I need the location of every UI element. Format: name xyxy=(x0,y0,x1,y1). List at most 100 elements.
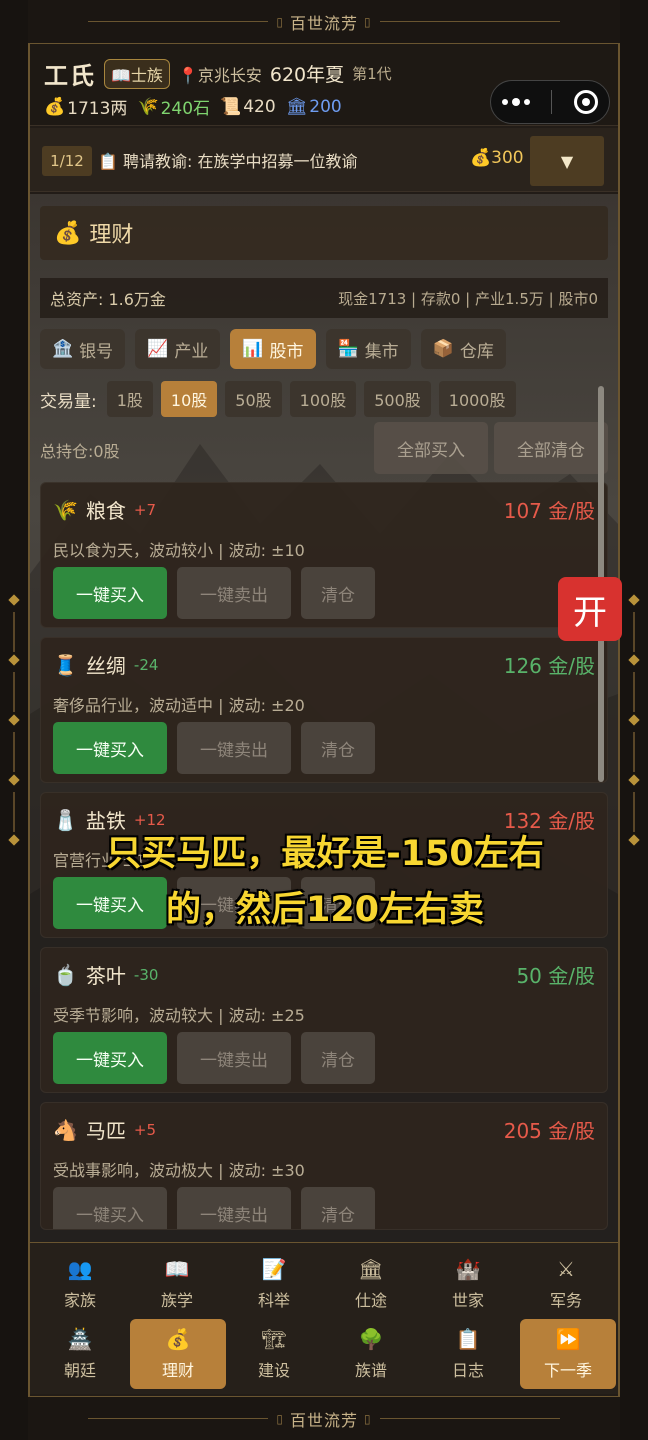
nav-clan-school[interactable]: 📖 族学 xyxy=(129,1249,225,1319)
buy-button[interactable]: 一键买入 xyxy=(53,1187,167,1229)
close-target-icon[interactable] xyxy=(574,90,599,114)
amount-1000[interactable]: 1000股 xyxy=(438,381,516,417)
asset-summary: 总资产: 1.6万金 现金1713 | 存款0 | 产业1.5万 | 股市0 xyxy=(40,278,608,318)
stock-change: -30 xyxy=(133,965,159,984)
resource-government: 🏛 200 xyxy=(286,94,342,119)
amount-500[interactable]: 500股 xyxy=(364,381,431,417)
clan-header: 工氏 📖士族 📍京兆长安 620年夏 第1代 💰 1713两 🌾 240石 📜 420… xyxy=(30,44,618,126)
total-assets: 总资产: 1.6万金 xyxy=(50,290,166,309)
rank-badge[interactable]: 📖士族 xyxy=(104,58,170,89)
crossed-swords-icon: ⚔ xyxy=(557,1257,575,1281)
open-button[interactable]: 开 xyxy=(558,577,622,641)
nav-court[interactable]: 🏯 朝廷 xyxy=(32,1319,128,1389)
location-label: 京兆长安 xyxy=(197,65,262,85)
stock-card-horse: 🐴 马匹 +5 205 金/股 受战事影响，波动极大 | 波动: ±30 一键买入 … xyxy=(40,1102,608,1230)
sell-button[interactable]: 一键卖出 xyxy=(177,722,291,774)
asset-breakdown: 现金1713 | 存款0 | 产业1.5万 | 股市0 xyxy=(338,289,598,308)
clear-button[interactable]: 清仓 xyxy=(301,1032,375,1084)
nav-noble-houses[interactable]: 🏰 世家 xyxy=(420,1249,516,1319)
castle-icon: 🏰 xyxy=(455,1257,481,1281)
nav-label: 世家 xyxy=(451,1291,484,1310)
nav-construction[interactable]: 🏗 建设 xyxy=(226,1319,322,1389)
clear-button[interactable]: 清仓 xyxy=(301,722,375,774)
resource-money: 💰 1713两 xyxy=(44,94,128,120)
clear-button[interactable]: 清仓 xyxy=(301,567,375,619)
tab-market[interactable]: 🏪 集市 xyxy=(325,329,411,369)
horse-icon: 🐴 xyxy=(53,1117,78,1142)
tab-label: 集市 xyxy=(364,341,399,362)
next-season-button[interactable]: ⏩ 下一季 xyxy=(520,1319,616,1389)
amount-10[interactable]: 10股 xyxy=(160,381,218,417)
buy-button[interactable]: 一键买入 xyxy=(53,1032,167,1084)
bottom-nav: 👥 家族 📖 族学 📝 科举 🏛 仕途 🏰 世家 ⚔ 军务 🏯 朝廷 💰 理财 🏗 建设 🌳 族谱 … xyxy=(30,1242,618,1394)
nav-label: 理财 xyxy=(161,1361,194,1380)
stock-change: -24 xyxy=(133,655,159,674)
wheat-icon: 🌾 xyxy=(53,497,78,522)
money-value: 1713两 xyxy=(67,99,128,119)
grain-icon: 🌾 xyxy=(137,96,159,117)
government-icon: 🏛 xyxy=(285,96,308,117)
buy-button[interactable]: 一键买入 xyxy=(53,567,167,619)
banner-title: 百世流芳 xyxy=(289,1410,358,1430)
task-dropdown-button[interactable]: ▼ xyxy=(530,136,604,186)
nav-log[interactable]: 📋 日志 xyxy=(420,1319,516,1389)
tab-stock-market[interactable]: 📊 股市 xyxy=(230,329,316,369)
pagoda-icon: 🏯 xyxy=(67,1327,93,1351)
nav-military[interactable]: ⚔ 军务 xyxy=(518,1249,614,1319)
location: 📍京兆长安 xyxy=(178,62,262,86)
finance-tabs: 🏦 银号 📈 产业 📊 股市 🏪 集市 📦 仓库 xyxy=(40,329,506,369)
nav-genealogy[interactable]: 🌳 族谱 xyxy=(323,1319,419,1389)
amount-50[interactable]: 50股 xyxy=(225,381,282,417)
stock-card-grain: 🌾 粮食 +7 107 金/股 民以食为天，波动较小 | 波动: ±10 一键买入 … xyxy=(40,482,608,628)
resource-grain: 🌾 240石 xyxy=(137,94,210,120)
nav-label: 家族 xyxy=(63,1291,96,1310)
tab-bank[interactable]: 🏦 银号 xyxy=(40,329,126,369)
money-bag-icon: 💰 xyxy=(54,220,82,246)
tab-label: 银号 xyxy=(79,341,114,362)
stock-desc: 民以食为天，波动较小 | 波动: ±10 xyxy=(53,541,305,560)
clear-all-button[interactable]: 全部清仓 xyxy=(494,422,608,474)
year: 620年夏 xyxy=(269,64,345,86)
task-bar[interactable]: 1/12 📋 聘请教谕: 在族学中招募一位教谕 💰300 ▼ xyxy=(30,128,618,192)
resource-scroll: 📜 420 xyxy=(220,94,276,119)
document-icon: 📋 xyxy=(98,152,124,171)
nav-label: 日志 xyxy=(451,1361,484,1380)
top-banner: ▯ 百世流芳 ▯ xyxy=(28,0,620,44)
nav-family[interactable]: 👥 家族 xyxy=(32,1249,128,1319)
tab-label: 股市 xyxy=(269,341,304,362)
task-count: 1/12 xyxy=(42,146,92,176)
tab-warehouse[interactable]: 📦 仓库 xyxy=(420,329,506,369)
task-label: 聘请教谕: 在族学中招募一位教谕 xyxy=(123,152,358,171)
resource-bar: 💰 1713两 🌾 240石 📜 420 🏛 200 xyxy=(44,94,342,120)
stock-desc: 受战事影响，波动极大 | 波动: ±30 xyxy=(53,1161,305,1180)
sell-button[interactable]: 一键卖出 xyxy=(177,1032,291,1084)
more-menu-icon[interactable] xyxy=(501,98,530,106)
tab-industry[interactable]: 📈 产业 xyxy=(135,329,221,369)
nav-finance[interactable]: 💰 理财 xyxy=(130,1319,226,1389)
book-icon: 📖 xyxy=(164,1257,190,1281)
miniprogram-capsule xyxy=(490,80,610,124)
stock-change: +7 xyxy=(133,500,157,519)
amount-100[interactable]: 100股 xyxy=(289,381,357,417)
sell-button[interactable]: 一键卖出 xyxy=(177,567,291,619)
buy-button[interactable]: 一键买入 xyxy=(53,722,167,774)
buy-all-button[interactable]: 全部买入 xyxy=(374,422,488,474)
amount-1[interactable]: 1股 xyxy=(106,381,153,417)
total-holdings: 总持仓:0股 xyxy=(40,442,120,461)
clear-button[interactable]: 清仓 xyxy=(301,1187,375,1229)
fast-forward-icon: ⏩ xyxy=(555,1327,581,1351)
nav-label: 科举 xyxy=(257,1291,290,1310)
pin-icon: 📍 xyxy=(177,65,198,85)
box-icon: 📦 xyxy=(432,339,454,359)
nav-exam[interactable]: 📝 科举 xyxy=(226,1249,322,1319)
bottom-banner: ▯ 百世流芳 ▯ xyxy=(28,1396,620,1440)
nav-career[interactable]: 🏛 仕途 xyxy=(323,1249,419,1319)
stock-name: 粮食 xyxy=(85,499,126,523)
generation: 第1代 xyxy=(352,65,392,83)
sell-button[interactable]: 一键卖出 xyxy=(177,1187,291,1229)
salt-icon: 🧂 xyxy=(53,807,78,832)
stock-name: 马匹 xyxy=(85,1119,126,1143)
scroll-value: 420 xyxy=(243,96,276,117)
clipboard-icon: 📋 xyxy=(455,1327,481,1351)
panel-title-label: 理财 xyxy=(89,223,134,248)
